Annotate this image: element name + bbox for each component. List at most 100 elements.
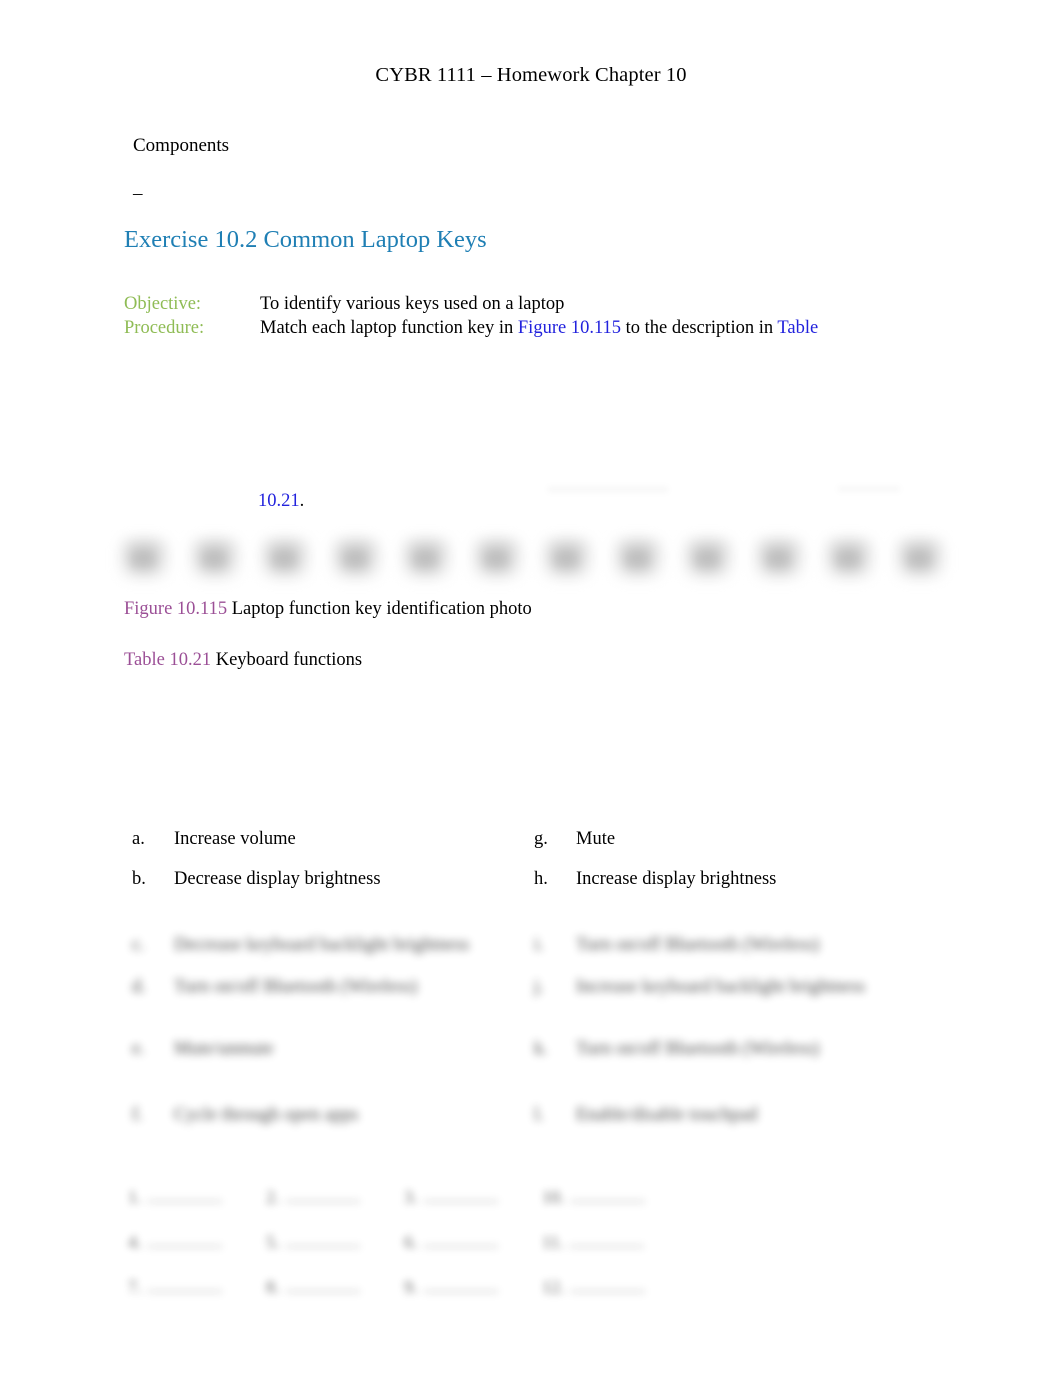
answer-blank[interactable]: 5. — [266, 1231, 404, 1276]
exercise-heading: Exercise 10.2 Common Laptop Keys — [124, 226, 487, 253]
answer-blank[interactable]: 12. — [542, 1276, 692, 1321]
answer-blank-number: 4. — [128, 1232, 142, 1252]
answer-blank-line[interactable] — [147, 1276, 222, 1292]
option-text: Mute/unmute — [174, 1039, 274, 1059]
answer-blank-number: 3. — [404, 1187, 418, 1207]
option-text: Turn on/off Bluetooth (Wireless) — [174, 977, 418, 997]
components-heading: Components — [133, 135, 230, 156]
answer-blank-line[interactable] — [285, 1186, 360, 1202]
function-key-image — [188, 537, 241, 581]
option-marker: i. — [534, 935, 544, 955]
answer-blank[interactable]: 10. — [542, 1186, 692, 1231]
option-item: b. Decrease display brightness — [132, 868, 532, 892]
function-key-image — [118, 537, 170, 581]
option-item: d. Turn on/off Bluetooth (Wireless) — [132, 976, 532, 1000]
option-text: Enable/disable touchpad — [576, 1105, 758, 1125]
objective-label: Objective: — [124, 294, 202, 314]
exercise-meta-block: Objective: To identify various keys used… — [124, 293, 954, 340]
procedure-label: Procedure: — [124, 317, 205, 338]
answer-blank[interactable]: 8. — [266, 1276, 404, 1321]
function-key-image — [752, 537, 805, 581]
option-text: Cycle through open apps — [174, 1105, 359, 1125]
option-marker: b. — [132, 869, 146, 889]
function-key-image — [682, 537, 735, 581]
answer-blank[interactable]: 2. — [266, 1186, 404, 1231]
option-item: i. Turn on/off Bluetooth (Wireless) — [534, 934, 934, 958]
function-key-image — [400, 537, 453, 581]
table-caption-ref: Table 10.21 — [124, 650, 212, 670]
option-text: Turn on/off Bluetooth (Wireless) — [576, 935, 820, 955]
answer-blank-number: 12. — [542, 1277, 565, 1297]
function-key-image — [893, 537, 946, 581]
function-key-image — [470, 537, 523, 581]
answer-blank-number: 11. — [542, 1232, 564, 1252]
answer-blank-line[interactable] — [569, 1231, 644, 1247]
image-remnant-artifact-left — [548, 486, 668, 493]
answer-blank-line[interactable] — [147, 1231, 222, 1247]
answer-blank-line[interactable] — [423, 1276, 498, 1292]
option-item: h. Increase display brightness — [534, 868, 934, 892]
answer-blank-line[interactable] — [285, 1231, 360, 1247]
answer-blank[interactable]: 4. — [128, 1231, 266, 1276]
answer-blank-number: 8. — [266, 1277, 280, 1297]
answer-blank[interactable]: 1. — [128, 1186, 266, 1231]
table-reference-number[interactable]: 10.21 — [258, 491, 300, 511]
answer-blank-line[interactable] — [147, 1186, 222, 1202]
option-marker: h. — [534, 869, 548, 889]
answer-blank-line[interactable] — [570, 1186, 645, 1202]
table-caption-text: Keyboard functions — [211, 650, 363, 670]
option-text: Decrease keyboard backlight brightness — [174, 935, 470, 955]
function-key-image — [541, 537, 594, 581]
answer-blank[interactable]: 3. — [404, 1186, 542, 1231]
option-item: c. Decrease keyboard backlight brightness — [132, 934, 532, 958]
procedure-text-prefix: Match each laptop function key in — [260, 317, 518, 338]
figure-10-115-link[interactable]: Figure 10.115 — [518, 318, 621, 338]
answer-blank-number: 5. — [266, 1232, 280, 1252]
answer-blank-line[interactable] — [423, 1231, 498, 1247]
table-reference-continuation: 10.21. — [258, 490, 304, 514]
function-key-image — [329, 537, 382, 581]
option-item: g. Mute — [534, 828, 934, 852]
answer-blank-line[interactable] — [285, 1276, 360, 1292]
answer-blank[interactable]: 9. — [404, 1276, 542, 1321]
answer-blank-number: 10. — [542, 1187, 565, 1207]
components-dash-bullet: – — [133, 183, 143, 204]
answer-blank-line[interactable] — [423, 1186, 498, 1202]
function-key-image — [823, 537, 876, 581]
option-marker: g. — [534, 829, 548, 849]
figure-caption: Figure 10.115 Laptop function key identi… — [124, 598, 532, 622]
function-key-image — [611, 537, 664, 581]
option-text: Mute — [576, 829, 616, 849]
answer-blank[interactable]: 7. — [128, 1276, 266, 1321]
option-item: e. Mute/unmute — [132, 1038, 532, 1062]
answer-blank[interactable]: 6. — [404, 1231, 542, 1276]
option-text: Decrease display brightness — [174, 869, 381, 889]
procedure-row: Procedure: Match each laptop function ke… — [124, 317, 954, 341]
table-reference-period: . — [299, 491, 305, 511]
answer-blanks-grid: 1. 2. 3. 10. 4. 5. 6. 11. 7. 8. 9. 12. — [128, 1186, 698, 1321]
answer-blank-number: 2. — [266, 1187, 280, 1207]
option-marker: e. — [132, 1039, 145, 1059]
option-item: a. Increase volume — [132, 828, 532, 852]
answer-blank[interactable]: 11. — [542, 1231, 692, 1276]
figure-caption-text: Laptop function key identification photo — [227, 599, 532, 619]
figure-caption-ref: Figure 10.115 — [124, 599, 228, 619]
option-marker: f. — [132, 1105, 143, 1125]
image-remnant-artifact-right — [838, 486, 900, 492]
option-text: Turn on/off Bluetooth (Wireless) — [576, 1039, 820, 1059]
option-item: l. Enable/disable touchpad — [534, 1104, 934, 1128]
answer-blank-line[interactable] — [570, 1276, 645, 1292]
option-marker: l. — [534, 1105, 544, 1125]
document-page: CYBR 1111 – Homework Chapter 10 Componen… — [0, 0, 1062, 1376]
answer-blank-number: 6. — [404, 1232, 418, 1252]
answer-blank-number: 1. — [128, 1187, 142, 1207]
answer-blank-number: 7. — [128, 1277, 142, 1297]
option-marker: j. — [534, 977, 544, 997]
procedure-text: Match each laptop function key in Figure… — [260, 317, 818, 341]
table-10-21-link[interactable]: Table — [777, 318, 818, 338]
figure-function-key-photo — [118, 528, 946, 590]
table-caption: Table 10.21 Keyboard functions — [124, 649, 362, 673]
option-item: j. Increase keyboard backlight brightness — [534, 976, 934, 1000]
option-marker: k. — [534, 1039, 548, 1059]
objective-row: Objective: To identify various keys used… — [124, 293, 954, 317]
